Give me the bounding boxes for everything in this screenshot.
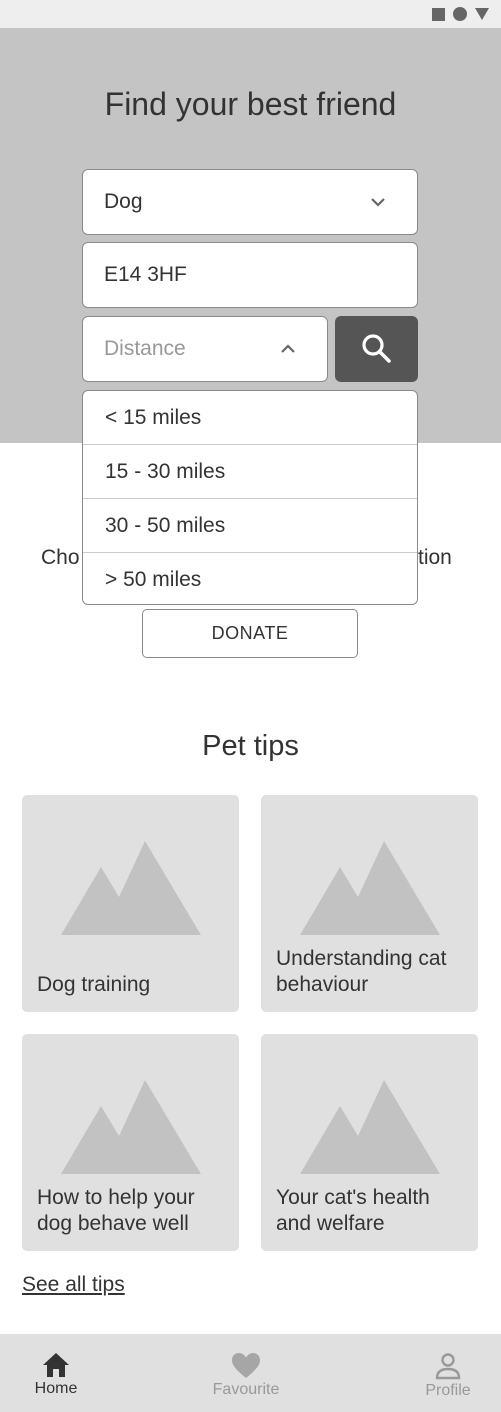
home-icon [43,1353,69,1377]
circle-icon [453,7,467,21]
tip-card-label: Your cat's health and welfare [276,1186,430,1235]
donation-text-partial-left: Cho [41,546,80,569]
distance-option[interactable]: 15 - 30 miles [83,445,417,499]
distance-select[interactable]: Distance [82,316,328,382]
distance-option[interactable]: 30 - 50 miles [83,499,417,553]
donation-text-partial-right: tion [418,546,452,569]
see-all-tips-link[interactable]: See all tips [22,1273,125,1297]
distance-option[interactable]: < 15 miles [83,391,417,445]
donate-button[interactable]: DONATE [142,609,358,658]
tip-card-label: Dog training [37,973,151,996]
heart-icon [232,1353,260,1378]
distance-dropdown: < 15 miles 15 - 30 miles 30 - 50 miles >… [82,390,418,605]
page-title: Find your best friend [104,86,397,122]
nav-favourite[interactable]: Favourite [200,1334,292,1412]
search-button[interactable] [335,316,418,382]
square-icon [432,7,445,21]
status-bar [0,0,501,28]
tip-card-cat-health[interactable]: Your cat's health and welfare [261,1034,478,1251]
image-placeholder-icon [61,841,201,935]
search-icon [361,334,391,363]
nav-home-label: Home [34,1380,78,1397]
postcode-value: E14 3HF [104,263,187,286]
image-placeholder-icon [300,1080,440,1174]
chevron-up-icon [281,344,295,353]
person-icon [435,1353,461,1380]
image-placeholder-icon [300,841,440,935]
nav-profile[interactable]: Profile [416,1334,480,1412]
triangle-icon [475,8,489,20]
postcode-input[interactable]: E14 3HF [82,242,418,308]
nav-profile-label: Profile [425,1382,471,1399]
tip-card-cat-behaviour[interactable]: Understanding cat behaviour [261,795,478,1012]
status-icons [432,7,489,21]
bottom-nav: Home Favourite Profile [0,1334,501,1412]
nav-favourite-label: Favourite [212,1381,280,1398]
nav-home[interactable]: Home [24,1334,88,1412]
distance-option[interactable]: > 50 miles [83,553,417,604]
pet-type-value: Dog [104,190,143,213]
pet-type-select[interactable]: Dog [82,169,418,235]
tips-heading: Pet tips [202,730,299,762]
chevron-down-icon [371,198,385,207]
tip-card-label: Understanding cat behaviour [276,947,447,996]
distance-placeholder: Distance [104,337,186,360]
tip-card-dog-training[interactable]: Dog training [22,795,239,1012]
image-placeholder-icon [61,1080,201,1174]
tip-card-label: How to help your dog behave well [37,1186,195,1235]
tip-card-dog-behave[interactable]: How to help your dog behave well [22,1034,239,1251]
